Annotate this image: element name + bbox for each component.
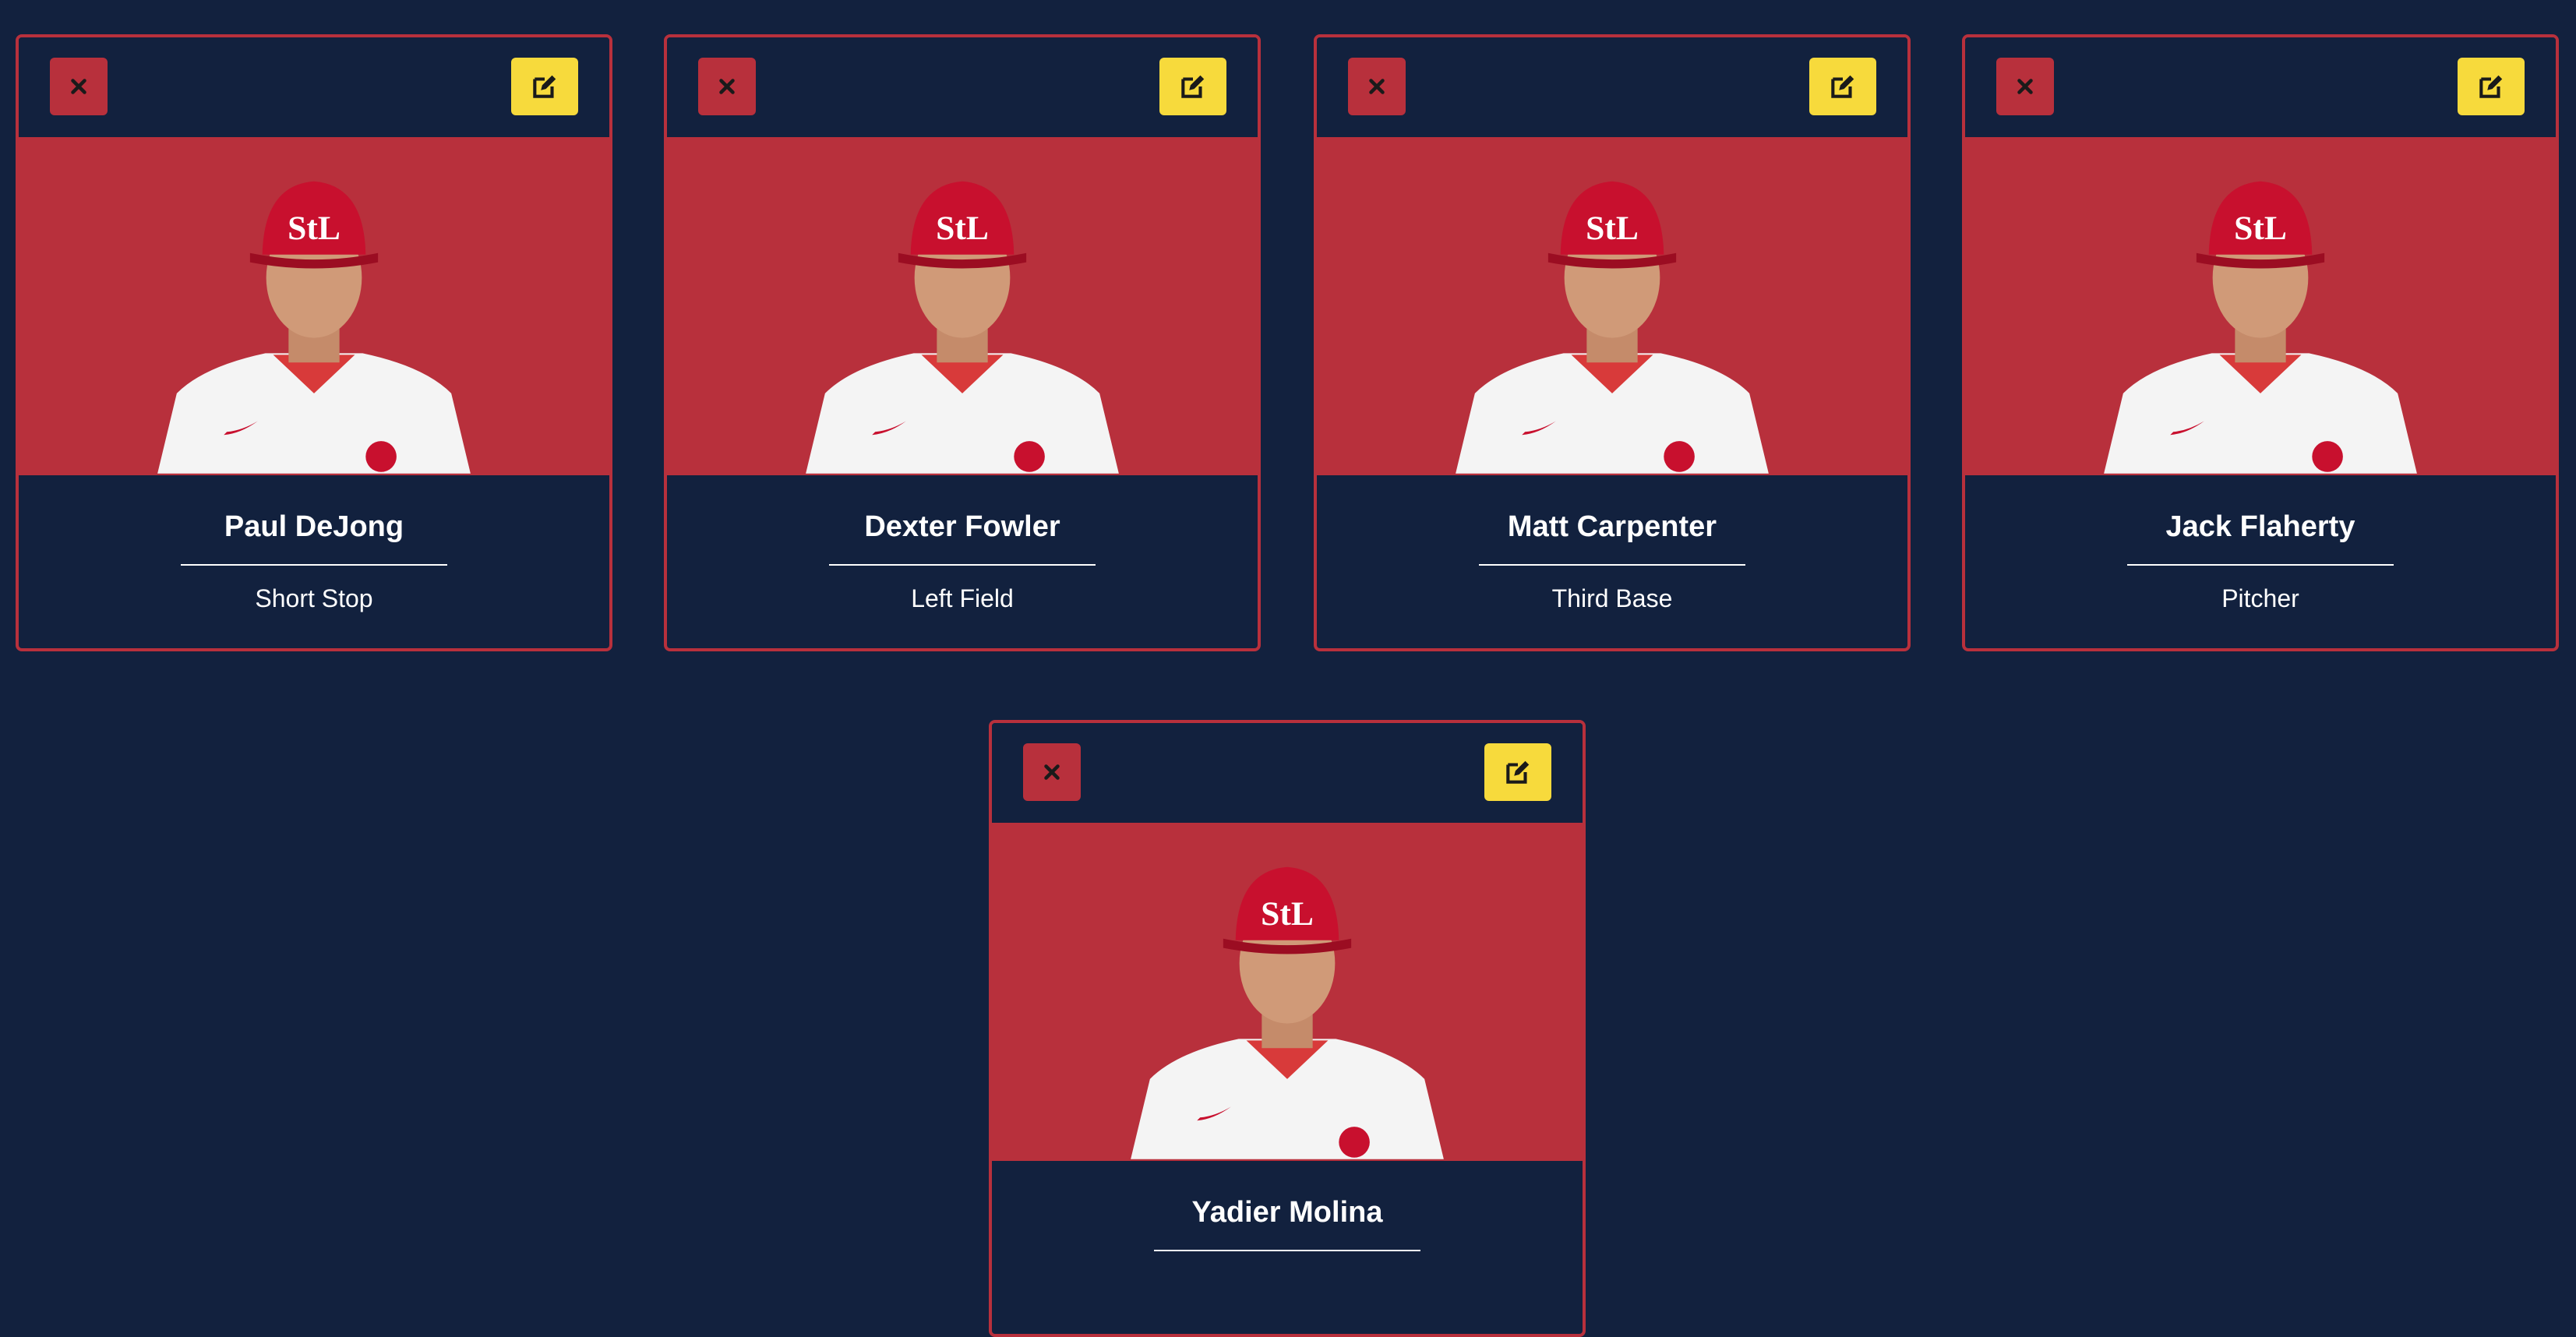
edit-icon bbox=[2476, 72, 2506, 101]
divider bbox=[1479, 564, 1745, 566]
close-icon bbox=[1365, 75, 1389, 98]
player-photo bbox=[1317, 137, 1907, 475]
divider bbox=[1154, 1250, 1420, 1251]
player-info: Jack Flaherty Pitcher bbox=[1965, 475, 2556, 648]
edit-icon bbox=[1828, 72, 1858, 101]
delete-button[interactable] bbox=[1996, 58, 2054, 115]
delete-button[interactable] bbox=[50, 58, 108, 115]
player-photo bbox=[1965, 137, 2556, 475]
edit-icon bbox=[530, 72, 559, 101]
player-name: Paul DeJong bbox=[224, 510, 404, 543]
edit-button[interactable] bbox=[2458, 58, 2525, 115]
card-header bbox=[992, 723, 1583, 823]
divider bbox=[829, 564, 1096, 566]
card-header bbox=[667, 37, 1258, 137]
edit-button[interactable] bbox=[511, 58, 578, 115]
player-position: Pitcher bbox=[2221, 584, 2299, 612]
close-icon bbox=[67, 75, 90, 98]
player-name: Dexter Fowler bbox=[864, 510, 1060, 543]
close-icon bbox=[715, 75, 739, 98]
player-photo bbox=[992, 823, 1583, 1161]
divider bbox=[181, 564, 447, 566]
player-position: Left Field bbox=[911, 584, 1014, 612]
player-info: Yadier Molina bbox=[992, 1161, 1583, 1334]
edit-button[interactable] bbox=[1484, 743, 1551, 801]
player-info: Paul DeJong Short Stop bbox=[19, 475, 609, 648]
player-card: Matt Carpenter Third Base bbox=[1314, 34, 1911, 651]
edit-icon bbox=[1503, 757, 1533, 787]
card-header bbox=[1965, 37, 2556, 137]
edit-button[interactable] bbox=[1809, 58, 1876, 115]
divider bbox=[2127, 564, 2394, 566]
delete-button[interactable] bbox=[1023, 743, 1081, 801]
player-card: Jack Flaherty Pitcher bbox=[1962, 34, 2559, 651]
player-card: Dexter Fowler Left Field bbox=[664, 34, 1261, 651]
player-photo bbox=[667, 137, 1258, 475]
player-name: Yadier Molina bbox=[1191, 1196, 1383, 1229]
player-position: Short Stop bbox=[255, 584, 373, 612]
close-icon bbox=[2013, 75, 2037, 98]
player-position: Third Base bbox=[1551, 584, 1673, 612]
delete-button[interactable] bbox=[1348, 58, 1406, 115]
delete-button[interactable] bbox=[698, 58, 756, 115]
player-name: Matt Carpenter bbox=[1507, 510, 1717, 543]
close-icon bbox=[1040, 760, 1064, 784]
player-card: Yadier Molina bbox=[989, 720, 1586, 1337]
player-info: Matt Carpenter Third Base bbox=[1317, 475, 1907, 648]
player-photo bbox=[19, 137, 609, 475]
edit-button[interactable] bbox=[1159, 58, 1226, 115]
player-info: Dexter Fowler Left Field bbox=[667, 475, 1258, 648]
card-header bbox=[19, 37, 609, 137]
player-name: Jack Flaherty bbox=[2165, 510, 2355, 543]
card-header bbox=[1317, 37, 1907, 137]
player-card: Paul DeJong Short Stop bbox=[16, 34, 612, 651]
edit-icon bbox=[1178, 72, 1208, 101]
